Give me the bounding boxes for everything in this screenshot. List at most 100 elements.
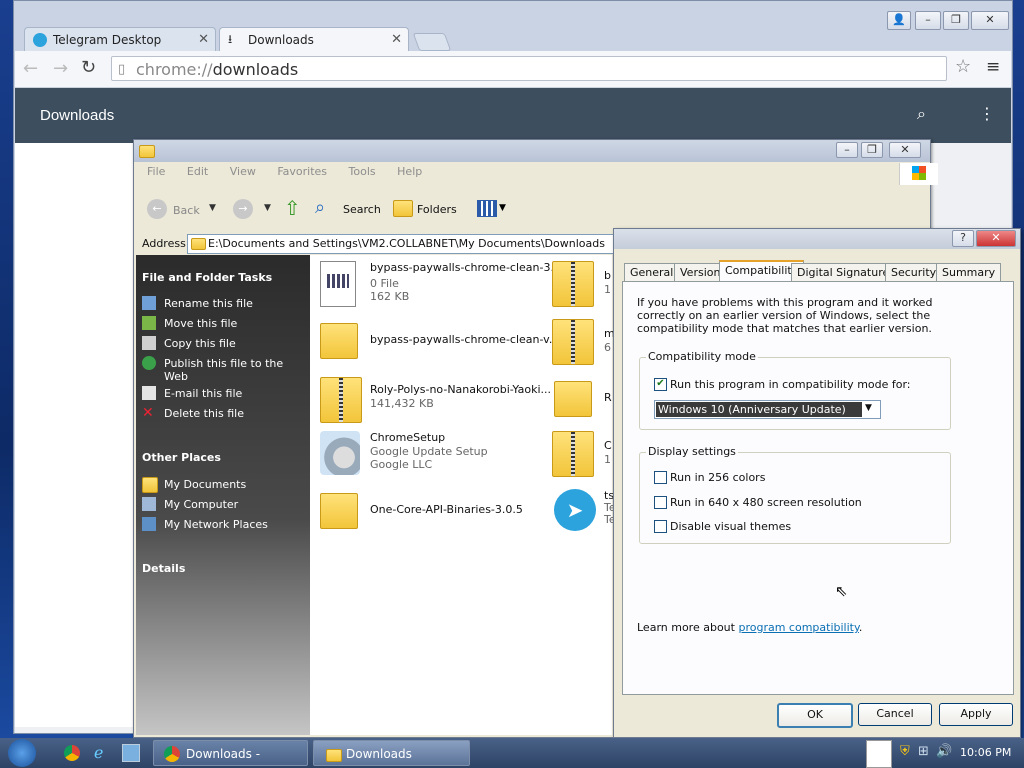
windows-logo-icon xyxy=(899,163,938,185)
url-path: downloads xyxy=(212,60,299,79)
address-value: E:\Documents and Settings\VM2.COLLABNET\… xyxy=(208,237,605,250)
maximize-button[interactable]: ❐ xyxy=(943,11,969,30)
run-640x480-checkbox[interactable] xyxy=(654,496,667,509)
mouse-cursor-icon: ⇖ xyxy=(835,582,848,600)
forward-arrow-icon[interactable]: → xyxy=(233,199,253,219)
task-move[interactable]: Move this file xyxy=(142,316,238,330)
tab-summary[interactable]: Summary xyxy=(936,263,1002,281)
explorer-close-button[interactable]: ✕ xyxy=(889,142,921,158)
forward-icon[interactable]: → xyxy=(53,58,68,79)
ok-button[interactable]: OK xyxy=(777,703,853,728)
task-publish[interactable]: Publish this file to the Web xyxy=(142,356,304,383)
tab-downloads[interactable]: ⭳ Downloads ✕ xyxy=(219,27,409,51)
keyboard-icon[interactable] xyxy=(866,740,892,768)
explorer-maximize-button[interactable]: ❐ xyxy=(861,142,883,158)
volume-icon[interactable]: 🔊 xyxy=(936,744,952,759)
search-button[interactable]: Search xyxy=(343,203,381,216)
minimize-button[interactable]: – xyxy=(915,11,941,30)
task-rename[interactable]: Rename this file xyxy=(142,296,253,310)
explorer-minimize-button[interactable]: – xyxy=(836,142,858,158)
place-label: My Documents xyxy=(164,478,247,491)
rename-icon xyxy=(142,296,156,310)
clock[interactable]: 10:06 PM xyxy=(960,746,1011,759)
menu-favorites[interactable]: Favorites xyxy=(277,165,327,178)
more-options-icon[interactable]: ⋮ xyxy=(979,104,995,123)
intro-text: If you have problems with this program a… xyxy=(637,296,933,335)
network-icon xyxy=(142,517,156,531)
help-button[interactable]: ? xyxy=(952,230,974,247)
list-item[interactable]: bypass-paywalls-chrome-clean-3.... 0 Fil… xyxy=(314,257,564,313)
cancel-button[interactable]: Cancel xyxy=(858,703,932,726)
task-label: Move this file xyxy=(164,317,238,330)
explorer-toolbar: ← Back ▼ → ▼ ⇧ ⌕ Search Folders ▼ xyxy=(137,190,927,232)
start-button[interactable] xyxy=(8,739,36,767)
folder-icon xyxy=(320,323,358,359)
place-label: My Network Places xyxy=(164,518,268,531)
compat-mode-select[interactable]: Windows 10 (Anniversary Update) ▼ xyxy=(654,400,881,419)
list-item[interactable]: Roly-Polys-no-Nanakorobi-Yaoki... 141,43… xyxy=(314,373,551,429)
place-my-computer[interactable]: My Computer xyxy=(142,497,238,511)
back-dropdown-icon[interactable]: ▼ xyxy=(209,203,216,213)
apply-button[interactable]: Apply xyxy=(939,703,1013,726)
compat-checkbox[interactable]: ✔ xyxy=(654,378,667,391)
security-shield-icon[interactable]: ⛨ xyxy=(900,744,910,759)
close-tab-icon[interactable]: ✕ xyxy=(391,28,402,52)
taskbar-item-downloads[interactable]: Downloads xyxy=(313,740,470,766)
program-compatibility-link[interactable]: program compatibility xyxy=(738,621,858,634)
views-icon[interactable] xyxy=(477,200,497,217)
back-icon[interactable]: ← xyxy=(23,58,38,79)
menu-help[interactable]: Help xyxy=(397,165,422,178)
network-icon[interactable]: ⊞ xyxy=(918,744,929,759)
new-tab-button[interactable] xyxy=(412,33,452,51)
profile-button[interactable]: 👤 xyxy=(887,11,911,30)
list-item[interactable]: b 1 xyxy=(552,257,612,313)
close-window-button[interactable]: ✕ xyxy=(971,11,1009,30)
search-icon[interactable]: ⌕ xyxy=(315,197,325,218)
file-tasks-title: File and Folder Tasks xyxy=(142,271,273,284)
forward-dropdown-icon[interactable]: ▼ xyxy=(264,203,271,213)
back-arrow-icon[interactable]: ← xyxy=(147,199,167,219)
menu-icon[interactable]: ≡ xyxy=(986,57,1000,77)
close-tab-icon[interactable]: ✕ xyxy=(198,28,209,52)
tab-telegram-desktop[interactable]: Telegram Desktop ✕ xyxy=(24,27,216,51)
bookmark-star-icon[interactable]: ☆ xyxy=(955,56,971,77)
ie-icon[interactable]: ℯ xyxy=(94,743,103,762)
list-item[interactable]: One-Core-API-Binaries-3.0.5 xyxy=(314,485,550,541)
zip-icon xyxy=(320,377,362,423)
list-item[interactable]: m 6 xyxy=(552,315,615,371)
place-my-documents[interactable]: My Documents xyxy=(142,477,247,493)
menu-tools[interactable]: Tools xyxy=(349,165,376,178)
place-my-network[interactable]: My Network Places xyxy=(142,517,268,531)
task-delete[interactable]: ✕ Delete this file xyxy=(142,406,244,420)
menu-file[interactable]: File xyxy=(147,165,165,178)
list-item[interactable]: C 1 xyxy=(552,427,612,483)
dialog-close-button[interactable]: ✕ xyxy=(976,230,1016,247)
chrome-icon[interactable] xyxy=(64,745,80,761)
menu-view[interactable]: View xyxy=(230,165,256,178)
search-icon[interactable]: ⌕ xyxy=(917,104,926,124)
address-field[interactable]: E:\Documents and Settings\VM2.COLLABNET\… xyxy=(187,234,629,254)
task-pane: File and Folder Tasks Rename this file M… xyxy=(136,255,310,735)
views-dropdown-icon[interactable]: ▼ xyxy=(499,203,506,213)
list-item[interactable]: ➤ ts Te Te xyxy=(552,485,616,541)
list-item[interactable]: ChromeSetup Google Update Setup Google L… xyxy=(314,427,550,483)
folders-button[interactable]: Folders xyxy=(417,203,457,216)
taskbar-item-chrome[interactable]: Downloads - Googl... xyxy=(153,740,308,766)
task-copy[interactable]: Copy this file xyxy=(142,336,236,350)
task-label: Publish this file to the Web xyxy=(164,357,284,383)
chrome-toolbar: ← → ↻ ▯ chrome://downloads ☆ ≡ xyxy=(15,51,1011,88)
list-item[interactable]: R xyxy=(552,373,612,429)
disable-themes-checkbox[interactable] xyxy=(654,520,667,533)
desktop-icon[interactable] xyxy=(122,744,140,762)
back-button-label[interactable]: Back xyxy=(173,204,200,217)
tab-security[interactable]: Security xyxy=(885,263,943,281)
address-bar[interactable]: ▯ chrome://downloads xyxy=(111,56,947,81)
list-item[interactable]: bypass-paywalls-chrome-clean-v... xyxy=(314,315,559,371)
tab-general[interactable]: General xyxy=(624,263,680,281)
reload-icon[interactable]: ↻ xyxy=(81,57,96,78)
task-email[interactable]: E-mail this file xyxy=(142,386,242,400)
up-folder-icon[interactable]: ⇧ xyxy=(284,196,301,220)
chrome-icon xyxy=(164,746,180,762)
menu-edit[interactable]: Edit xyxy=(187,165,208,178)
run-256-colors-checkbox[interactable] xyxy=(654,471,667,484)
